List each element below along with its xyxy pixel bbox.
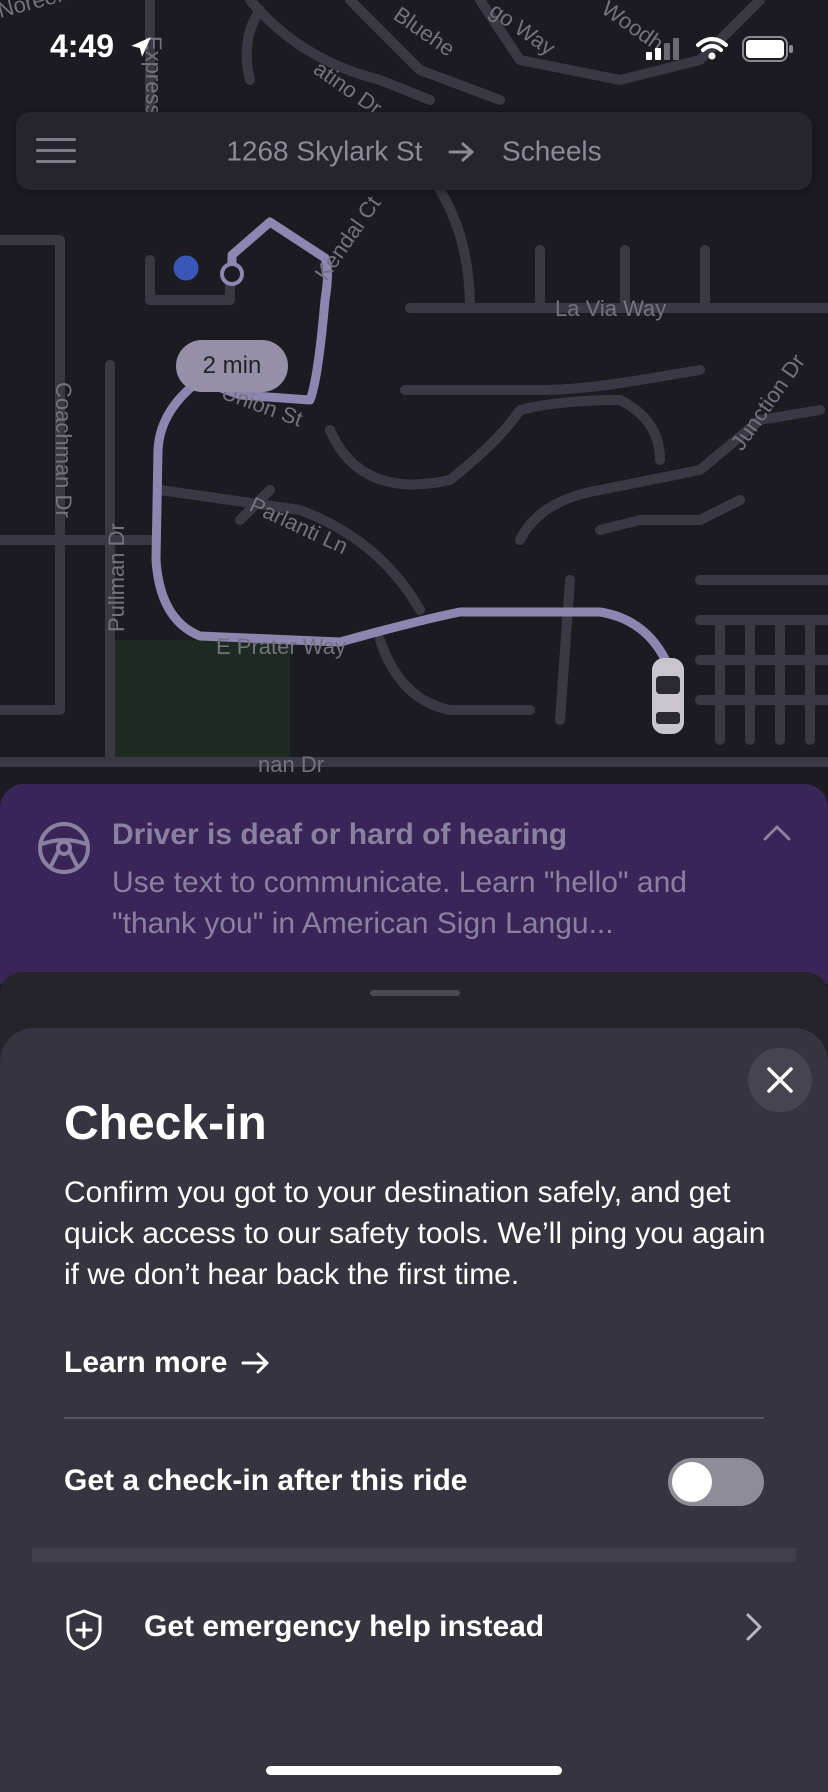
street-label: Coachman Dr <box>51 382 76 518</box>
arrow-right-icon <box>448 142 474 162</box>
chevron-up-icon[interactable] <box>762 824 792 842</box>
street-label: La Via Way <box>555 296 666 321</box>
location-arrow-icon <box>131 37 151 57</box>
sheet-title: Check-in <box>64 1097 267 1150</box>
sheet-description: Confirm you got to your destination safe… <box>64 1176 766 1291</box>
sheet-grabber[interactable] <box>370 990 460 996</box>
check-in-toggle[interactable] <box>668 1458 764 1506</box>
route-origin: 1268 Skylark St <box>226 135 423 167</box>
route-destination: Scheels <box>502 135 602 167</box>
learn-more-label: Learn more <box>64 1346 228 1379</box>
divider <box>64 1417 764 1419</box>
banner-body: Use text to communicate. Learn "hello" a… <box>112 866 687 940</box>
home-indicator[interactable] <box>266 1766 562 1775</box>
emergency-help-label: Get emergency help instead <box>144 1610 545 1643</box>
street-label: E Prater Way <box>216 634 346 659</box>
eta-pill: 2 min <box>176 340 288 392</box>
status-time: 4:49 <box>50 28 115 64</box>
route-bar[interactable]: 1268 Skylark St Scheels <box>16 112 812 190</box>
steering-wheel-icon <box>38 822 90 874</box>
battery-icon <box>742 36 793 62</box>
shield-plus-icon <box>66 1609 102 1651</box>
status-bar: 4:49 <box>0 0 828 100</box>
close-icon <box>767 1067 793 1093</box>
emergency-help-row[interactable]: Get emergency help instead <box>64 1598 764 1658</box>
toggle-knob <box>672 1462 712 1502</box>
driver-info-banner[interactable]: Driver is deaf or hard of hearing Use te… <box>0 784 828 984</box>
street-label: nan Dr <box>258 752 324 777</box>
check-in-sheet: Check-in Confirm you got to your destina… <box>0 1028 828 1792</box>
wifi-icon <box>696 37 728 60</box>
banner-title: Driver is deaf or hard of hearing <box>112 818 568 851</box>
signal-icon <box>646 38 679 60</box>
close-button[interactable] <box>748 1048 812 1112</box>
arrow-right-icon <box>241 1352 269 1374</box>
toggle-label: Get a check-in after this ride <box>64 1464 468 1497</box>
section-separator <box>32 1548 796 1562</box>
street-label: Pullman Dr <box>104 523 129 632</box>
check-in-toggle-row: Get a check-in after this ride <box>64 1456 764 1508</box>
chevron-right-icon <box>746 1613 762 1641</box>
learn-more-link[interactable]: Learn more <box>64 1346 271 1380</box>
